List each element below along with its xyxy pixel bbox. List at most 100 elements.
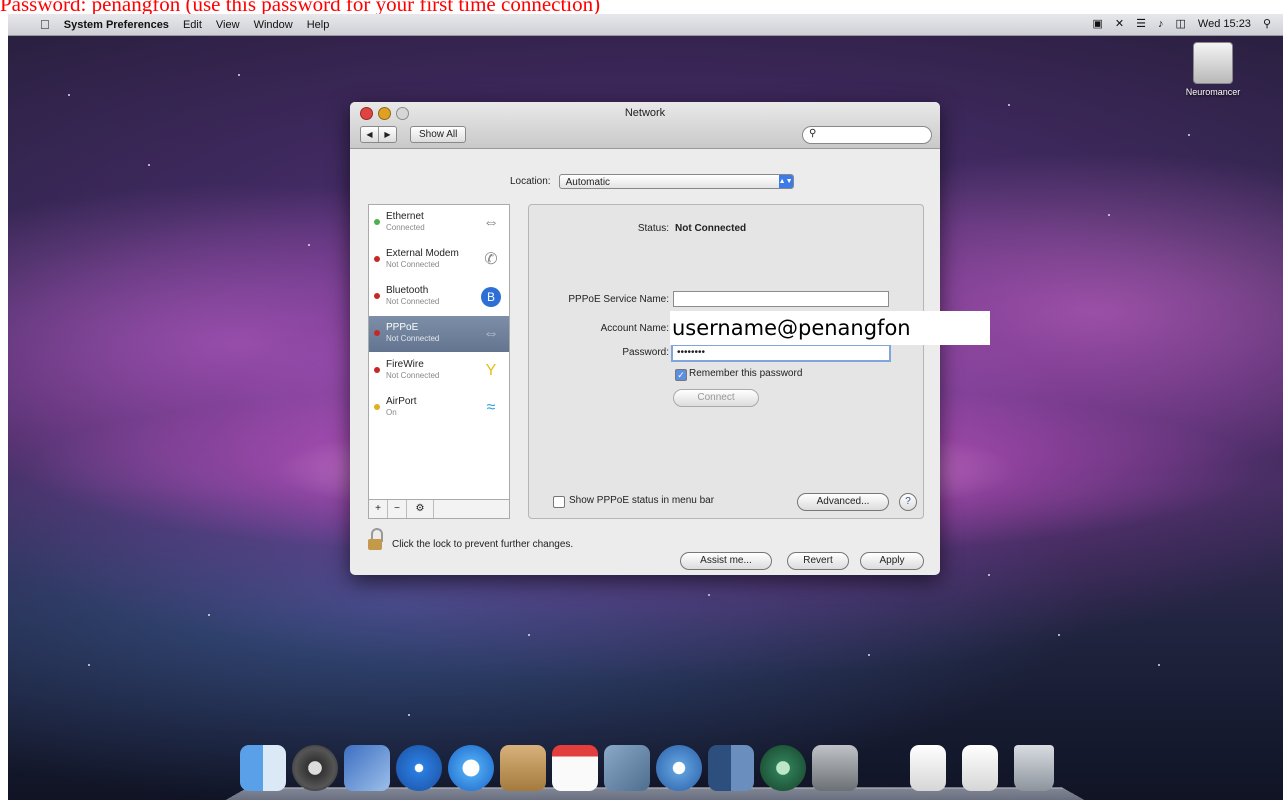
window-titlebar[interactable]: Network ◀ ▶ Show All ⚲ [350,102,940,149]
service-firewire[interactable]: FireWire Not Connected Y [369,353,509,390]
account-name-overlay[interactable]: username@penangfon [670,311,990,345]
service-airport[interactable]: AirPort On ≈ [369,390,509,427]
menu-window[interactable]: Window [254,19,293,31]
status-dot-icon [374,219,380,225]
location-label: Location: [510,176,551,187]
bluetooth-icon[interactable]: ✕ [1115,17,1124,30]
service-detail-pane: Status: Not Connected PPPoE Service Name… [528,204,924,519]
service-name: PPPoE [386,322,419,333]
connect-button[interactable]: Connect [673,389,759,407]
back-arrow-icon[interactable]: ◀ [361,127,378,142]
help-button[interactable]: ? [899,493,917,511]
service-name: External Modem [386,248,459,259]
service-status: Not Connected [386,297,440,306]
volume-icon[interactable]: ♪ [1158,18,1164,30]
hard-drive-label: Neuromancer [1185,87,1241,97]
menu-view[interactable]: View [216,19,240,31]
window-title: Network [624,107,666,119]
show-pppoe-status-checkbox[interactable] [553,496,565,508]
advanced-button[interactable]: Advanced... [797,493,889,511]
add-service-button[interactable]: + [369,500,388,518]
dashboard-icon[interactable] [292,745,338,791]
service-name-label: PPPoE Service Name: [568,294,669,305]
finder-icon[interactable] [240,745,286,791]
hard-drive-icon [1193,42,1233,84]
service-name: FireWire [386,359,424,370]
battery-icon[interactable]: ◫ [1176,17,1186,30]
password-field[interactable]: •••••••• [671,344,891,362]
dock [210,743,1100,800]
show-all-button[interactable]: Show All [410,126,467,143]
account-name-label: Account Name: [600,323,669,334]
service-ethernet[interactable]: Ethernet Connected ⇔ [369,205,509,242]
firewire-icon: Y [485,362,497,379]
document-icon[interactable] [910,745,946,791]
select-arrows-icon: ▲▼ [778,175,793,188]
menu-edit[interactable]: Edit [183,19,202,31]
remember-password-checkbox[interactable]: ✓ [675,369,687,381]
status-label: Status: [637,223,669,234]
spotlight-icon[interactable]: ⚲ [1263,17,1271,30]
ical-icon[interactable] [552,745,598,791]
service-status: Not Connected [386,334,440,343]
show-pppoe-status-label: Show PPPoE status in menu bar [569,495,715,506]
service-status: Not Connected [386,371,440,380]
service-bluetooth[interactable]: Bluetooth Not Connected B [369,279,509,316]
gear-icon[interactable]: ⚙ [407,500,434,518]
modem-phone-icon: ✆ [484,251,498,268]
pppoe-icon: ⇔ [483,325,499,342]
menu-help[interactable]: Help [307,19,330,31]
menu-app-name[interactable]: System Preferences [64,19,169,31]
search-icon: ⚲ [809,128,817,139]
time-machine-icon[interactable] [760,745,806,791]
remember-password-label: Remember this password [689,368,803,379]
safari-icon[interactable] [396,745,442,791]
service-status: Connected [386,223,425,232]
address-book-icon[interactable] [500,745,546,791]
service-list: Ethernet Connected ⇔ External Modem Not … [368,204,510,519]
bluetooth-icon: B [481,287,501,307]
iphoto-icon[interactable] [604,745,650,791]
desktop:  System Preferences Edit View Window He… [8,14,1283,800]
input-menu-icon[interactable]: ▣ [1093,17,1103,30]
search-field[interactable]: ⚲ [802,126,932,144]
service-pppoe[interactable]: PPPoE Not Connected ⇔ [369,316,509,353]
apple-menu-icon[interactable]:  [40,17,50,32]
spaces-icon[interactable] [708,745,754,791]
menu-bar:  System Preferences Edit View Window He… [8,14,1283,36]
service-name-field[interactable] [673,291,889,307]
status-value: Not Connected [675,223,747,234]
password-label: Password: [622,347,669,358]
instruction-caption: Password: penangfon (use this password f… [0,0,601,14]
system-preferences-icon[interactable] [812,745,858,791]
apply-button[interactable]: Apply [860,552,924,570]
airport-wifi-icon: ≈ [486,399,496,416]
itunes-icon[interactable] [656,745,702,791]
wifi-icon[interactable]: ☰ [1136,17,1146,30]
location-select[interactable]: Automatic ▲▼ [558,174,794,189]
service-name: Bluetooth [386,285,429,296]
menu-clock[interactable]: Wed 15:23 [1198,18,1251,30]
status-dot-icon [374,293,380,299]
status-dot-icon [374,330,380,336]
service-external-modem[interactable]: External Modem Not Connected ✆ [369,242,509,279]
ethernet-icon: ⇔ [483,214,499,231]
remove-service-button[interactable]: − [388,500,407,518]
trash-icon[interactable] [1014,745,1054,791]
status-dot-icon [374,367,380,373]
lock-message: Click the lock to prevent further change… [392,539,574,550]
forward-arrow-icon[interactable]: ▶ [378,127,396,142]
lock-icon[interactable] [368,528,386,550]
mail-icon[interactable] [344,745,390,791]
service-name: AirPort [386,396,417,407]
hard-drive-desktop-icon[interactable]: Neuromancer [1183,42,1243,97]
document-icon[interactable] [962,745,998,791]
ichat-icon[interactable] [448,745,494,791]
service-status: Not Connected [386,260,440,269]
status-dot-icon [374,256,380,262]
search-input[interactable] [821,128,925,142]
revert-button[interactable]: Revert [787,552,849,570]
location-value: Automatic [565,177,611,188]
service-name: Ethernet [386,211,424,222]
assist-me-button[interactable]: Assist me... [680,552,772,570]
